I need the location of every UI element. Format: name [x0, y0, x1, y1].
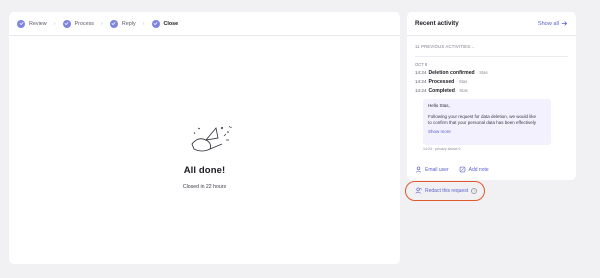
chevron-right-icon: › [142, 20, 145, 27]
email-user-label: Email user [425, 166, 449, 173]
redact-request-button[interactable]: Redact this request i [415, 187, 478, 194]
check-icon [62, 19, 71, 28]
message-greeting: Hello Stas, [428, 103, 450, 108]
step-label: Process [74, 20, 95, 27]
info-icon[interactable]: i [471, 187, 478, 194]
chevron-right-icon: › [53, 20, 56, 27]
date-label: OCT 8 [415, 62, 428, 67]
arrow-right-icon [561, 21, 567, 26]
add-note-label: Add note [468, 166, 489, 173]
show-more-link[interactable]: Show more [428, 129, 546, 134]
user-icon [415, 166, 422, 173]
step-reply[interactable]: Reply [109, 19, 136, 28]
event-name: Processed [428, 79, 455, 85]
recent-activity-panel: Recent activity Show all 11 PREVIOUS ACT… [407, 12, 576, 180]
previous-activities-link[interactable]: 11 PREVIOUS ACTIVITIES... [407, 36, 576, 49]
note-icon [459, 166, 465, 173]
step-close[interactable]: Close [151, 19, 179, 28]
event-time: 14:24 [415, 88, 427, 93]
celebration-illustration [191, 125, 232, 152]
done-title: All done! [183, 165, 226, 176]
activity-event: 14:24 Processed · Stas [407, 76, 576, 85]
activity-header: Recent activity Show all [407, 12, 576, 36]
step-label: Reply [121, 20, 136, 27]
check-icon [109, 19, 118, 28]
message-line: Following your request for data deletion… [428, 114, 537, 119]
message-meta: 14:24 · privacy above.0 [423, 147, 461, 151]
activity-actions: Email user Add note [415, 166, 499, 173]
show-all-link[interactable]: Show all [538, 20, 568, 27]
redact-user-icon [415, 187, 422, 194]
progress-steps: Review › Process › Reply › Close [9, 12, 400, 36]
completion-message: All done! Closed in 22 hours [9, 122, 400, 190]
activity-title: Recent activity [415, 20, 459, 27]
message-line: to confirm that your personal data has b… [428, 119, 536, 125]
step-process[interactable]: Process [62, 19, 95, 28]
event-name: Deletion confirmed [428, 70, 475, 76]
step-review[interactable]: Review [17, 19, 47, 28]
message-preview: Hello Stas, Following your request for d… [423, 99, 551, 145]
email-user-button[interactable]: Email user [415, 166, 449, 173]
event-name: Completed [428, 88, 455, 94]
request-main-panel: Review › Process › Reply › Close All don… [9, 12, 400, 264]
chevron-right-icon: › [101, 20, 103, 27]
done-subtitle: Closed in 22 hours [182, 184, 227, 190]
check-icon [17, 19, 25, 28]
activity-event: 14:24 Deletion confirmed · Stas [407, 67, 576, 76]
step-label: Close [163, 20, 179, 27]
event-time: 14:24 [415, 70, 427, 75]
event-actor: · Stas [456, 79, 468, 84]
step-label: Review [29, 20, 47, 27]
show-all-label: Show all [537, 20, 559, 27]
redact-label: Redact this request [425, 187, 469, 194]
event-time: 14:24 [415, 79, 427, 84]
activity-event: 14:24 Completed · Stas [407, 85, 576, 94]
check-icon [151, 19, 160, 28]
add-note-button[interactable]: Add note [459, 166, 489, 173]
event-actor: · Stas [476, 70, 488, 75]
event-actor: · Stas [456, 88, 468, 93]
